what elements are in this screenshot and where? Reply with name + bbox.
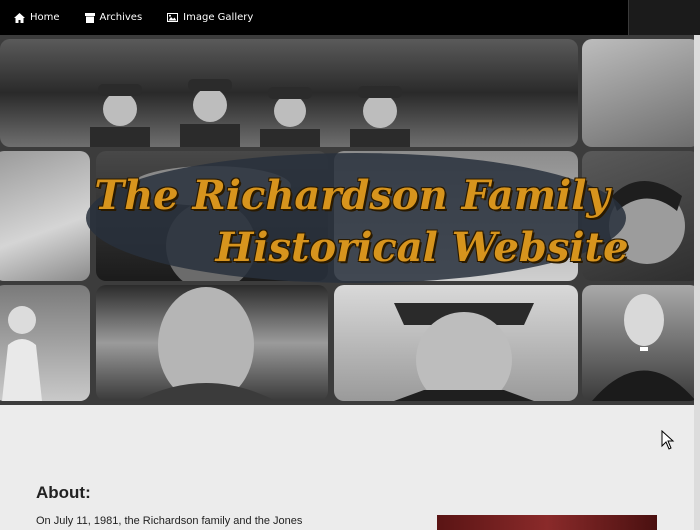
photo-airmen xyxy=(0,39,578,147)
photo-woman-standing xyxy=(0,285,90,401)
about-text: On July 11, 1981, the Richardson family … xyxy=(36,515,303,527)
main-content: About: On July 11, 1981, the Richardson … xyxy=(0,405,700,530)
about-heading: About: xyxy=(36,483,91,502)
nav-home-label: Home xyxy=(30,12,60,23)
site-title: The Richardson Family Historical Website xyxy=(72,170,632,274)
scrollbar[interactable] xyxy=(694,35,700,530)
nav-archives[interactable]: Archives xyxy=(84,12,143,23)
nav-archives-label: Archives xyxy=(99,12,143,23)
photo-young-man-suit xyxy=(582,285,700,401)
archive-icon xyxy=(84,12,95,23)
nav-image-gallery-label: Image Gallery xyxy=(183,12,254,23)
about-image xyxy=(437,515,657,530)
image-icon xyxy=(167,13,179,22)
site-title-line1: The Richardson Family xyxy=(94,172,610,219)
photo-man-portrait xyxy=(96,285,328,401)
header-banner: The Richardson Family Historical Website xyxy=(0,35,700,405)
nav-image-gallery[interactable]: Image Gallery xyxy=(167,12,253,23)
home-icon xyxy=(14,12,25,23)
page: Home Archives Image Gallery The Richards… xyxy=(0,0,700,530)
photo-child-top-right xyxy=(582,39,700,147)
nav-edge xyxy=(628,0,700,35)
mouse-cursor-icon xyxy=(661,430,675,450)
nav-home[interactable]: Home xyxy=(14,12,60,23)
top-nav: Home Archives Image Gallery xyxy=(0,0,628,35)
site-title-line2: Historical Website xyxy=(215,224,629,271)
photo-sailor xyxy=(334,285,578,401)
